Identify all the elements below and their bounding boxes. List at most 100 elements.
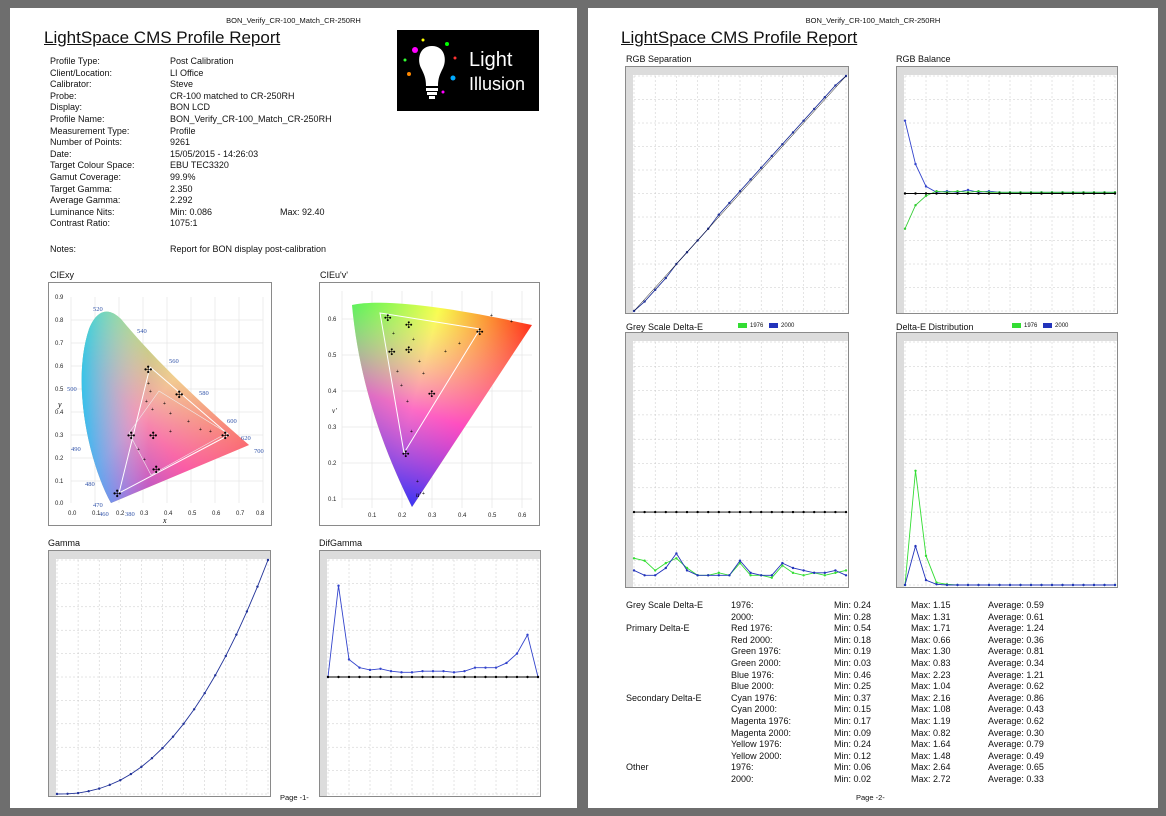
data-point (914, 544, 917, 548)
info-key: Profile Name: (50, 113, 105, 124)
stats-item: Cyan 2000: (731, 704, 778, 715)
target-point (632, 510, 636, 514)
data-point (956, 189, 959, 193)
target-point (823, 510, 826, 514)
data-point (966, 583, 970, 587)
svg-text:+: + (416, 479, 419, 485)
delta-e-distribution-label: Delta-E Distribution (896, 322, 974, 332)
stats-row: Yellow 1976: Min: 0.24 Max: 1.64 Average: 0… (626, 739, 1106, 751)
stats-row: 2000: Min: 0.28 Max: 1.31 Average: 0.61 (626, 612, 1106, 624)
legend-1976-swatch (1012, 323, 1021, 328)
stats-average: Average: 0.61 (988, 611, 1044, 622)
data-point (654, 288, 657, 292)
stats-max: Max: 2.64 (911, 762, 951, 773)
stats-row: Blue 2000: Min: 0.25 Max: 1.04 Average: 0.6… (626, 681, 1106, 693)
data-point (728, 201, 731, 205)
info-value: 99.9% (170, 171, 196, 182)
data-point (536, 675, 540, 679)
data-point (643, 300, 646, 303)
data-point (400, 671, 403, 674)
target-point (685, 510, 689, 514)
data-point (108, 783, 111, 787)
svg-text:+: + (143, 457, 146, 463)
stats-average: Average: 0.65 (988, 762, 1044, 773)
svg-text:0.5: 0.5 (488, 513, 497, 519)
info-value: LI Office (170, 67, 204, 78)
stats-group: Secondary Delta-E (626, 692, 702, 703)
data-point (203, 691, 206, 695)
stats-average: Average: 0.79 (988, 739, 1044, 750)
svg-text:0.6: 0.6 (55, 364, 64, 370)
svg-text:0.4: 0.4 (328, 389, 337, 395)
stats-row: Magenta 1976: Min: 0.17 Max: 1.19 Average: … (626, 716, 1106, 728)
svg-text:0.2: 0.2 (398, 513, 407, 519)
info-key: Display: (50, 102, 83, 113)
data-point (463, 669, 466, 673)
svg-text:✣: ✣ (405, 345, 413, 355)
data-point (182, 722, 185, 725)
svg-text:560: 560 (169, 358, 179, 365)
data-point (256, 585, 259, 588)
svg-text:0.3: 0.3 (428, 513, 437, 519)
reference-point (1071, 192, 1075, 195)
stats-average: Average: 0.86 (988, 692, 1044, 703)
data-point (347, 658, 351, 661)
reference-point (977, 192, 980, 195)
stats-average: Average: 0.43 (988, 704, 1044, 715)
svg-text:+: + (412, 337, 415, 343)
svg-text:0.7: 0.7 (236, 511, 245, 517)
data-point (924, 554, 928, 558)
stats-min: Min: 0.03 (834, 657, 872, 668)
info-key: Average Gamma: (50, 195, 121, 206)
data-point (823, 95, 826, 99)
svg-text:✣: ✣ (388, 347, 396, 357)
data-point (760, 166, 763, 169)
svg-text:✣: ✣ (402, 449, 410, 459)
stats-max: Max: 1.64 (911, 739, 951, 750)
cieuv-label: CIEu'v' (320, 270, 348, 280)
data-point (379, 675, 382, 679)
data-point (1092, 583, 1096, 587)
reference-point (1092, 192, 1096, 195)
gamma-plot (49, 551, 270, 796)
svg-text:✣: ✣ (221, 431, 229, 442)
data-point (410, 675, 414, 679)
stats-min: Min: 0.54 (834, 623, 872, 634)
svg-text:0.5: 0.5 (188, 511, 197, 517)
data-point (654, 569, 657, 572)
data-point (1071, 583, 1075, 587)
data-point (484, 666, 487, 669)
data-point (161, 746, 164, 750)
svg-text:+: + (444, 349, 447, 355)
ciexy-chart: ✣ ✣ ✣ ✣ ✣ ✣ ✣ + + + + + + + + + + + + 520 540 560 580 600… (48, 282, 272, 526)
rgb-balance-chart (896, 66, 1118, 314)
data-point (1040, 583, 1043, 587)
data-point (977, 583, 980, 587)
data-point (791, 571, 795, 575)
stats-row: Cyan 2000: Min: 0.15 Max: 1.08 Average: 0.4… (626, 704, 1106, 716)
gamma-label: Gamma (48, 538, 81, 548)
svg-text:0.4: 0.4 (458, 513, 467, 519)
data-point (140, 765, 143, 769)
stats-min: Min: 0.25 (834, 681, 872, 692)
svg-text:+: + (145, 399, 148, 405)
data-point (505, 661, 508, 665)
svg-text:+: + (149, 389, 152, 395)
svg-text:✣: ✣ (405, 320, 413, 330)
data-point (643, 574, 646, 577)
data-point (903, 119, 907, 122)
stats-max: Max: 1.31 (911, 611, 951, 622)
stats-average: Average: 0.49 (988, 750, 1044, 761)
data-point (452, 675, 456, 679)
info-key: Gamut Coverage: (50, 171, 122, 182)
data-point (76, 791, 80, 795)
data-point (675, 552, 678, 555)
svg-text:490: 490 (71, 446, 81, 453)
svg-text:+: + (392, 331, 395, 337)
legend-1976-swatch (738, 323, 747, 328)
data-point (717, 574, 720, 577)
data-point (903, 583, 907, 587)
stats-average: Average: 0.59 (988, 600, 1044, 610)
data-point (494, 666, 498, 669)
stats-average: Average: 0.62 (988, 681, 1044, 692)
